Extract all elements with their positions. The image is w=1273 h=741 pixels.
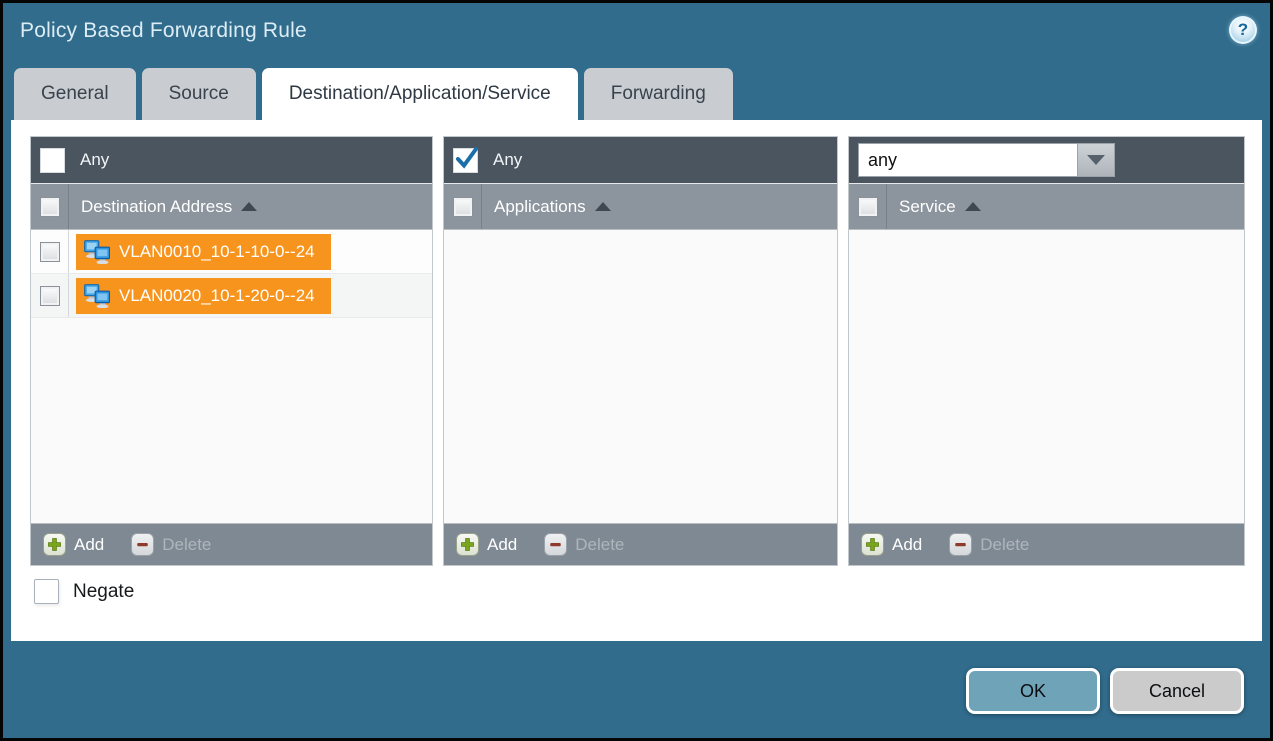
applications-sort-header[interactable]: Applications — [494, 197, 611, 217]
delete-icon — [544, 533, 567, 556]
add-button[interactable]: Add — [43, 533, 104, 556]
destination-sort-header[interactable]: Destination Address — [81, 197, 257, 217]
destination-column-header: Destination Address — [31, 184, 432, 230]
add-button[interactable]: Add — [861, 533, 922, 556]
delete-button[interactable]: Delete — [131, 533, 211, 556]
negate-option: Negate — [34, 579, 134, 604]
service-panel: any Service — [848, 136, 1245, 566]
tab-forwarding[interactable]: Forwarding — [584, 68, 733, 120]
applications-any-label: Any — [493, 150, 522, 170]
applications-list — [444, 230, 837, 523]
header-checkbox-cell — [444, 184, 482, 229]
applications-header-label: Applications — [494, 197, 586, 217]
dialog-title: Policy Based Forwarding Rule — [20, 19, 307, 43]
delete-icon — [131, 533, 154, 556]
service-mode-value[interactable]: any — [858, 143, 1078, 177]
destination-address-panel: Any Destination Address — [30, 136, 433, 566]
add-button[interactable]: Add — [456, 533, 517, 556]
service-list — [849, 230, 1244, 523]
row-checkbox[interactable] — [40, 242, 60, 262]
policy-based-forwarding-dialog: Policy Based Forwarding Rule ? General S… — [0, 0, 1273, 741]
tab-destination-application-service[interactable]: Destination/Application/Service — [262, 68, 578, 120]
sort-ascending-icon — [595, 202, 611, 211]
applications-any-checkbox[interactable] — [453, 148, 478, 173]
destination-list: VLAN0010_10-1-10-0--24 — [31, 230, 432, 523]
add-icon — [861, 533, 884, 556]
address-object-label: VLAN0010_10-1-10-0--24 — [119, 242, 315, 262]
add-label: Add — [892, 535, 922, 555]
delete-icon — [949, 533, 972, 556]
add-label: Add — [74, 535, 104, 555]
service-header-label: Service — [899, 197, 956, 217]
table-row[interactable]: VLAN0010_10-1-10-0--24 — [31, 230, 432, 274]
header-checkbox-cell — [849, 184, 887, 229]
tab-bar: General Source Destination/Application/S… — [14, 68, 733, 120]
add-icon — [43, 533, 66, 556]
service-sort-header[interactable]: Service — [899, 197, 981, 217]
destination-footer: Add Delete — [31, 523, 432, 565]
cancel-button[interactable]: Cancel — [1110, 668, 1244, 714]
delete-label: Delete — [162, 535, 211, 555]
sort-ascending-icon — [965, 202, 981, 211]
destination-any-label: Any — [80, 150, 109, 170]
table-row[interactable]: VLAN0020_10-1-20-0--24 — [31, 274, 432, 318]
row-checkbox-cell — [31, 230, 69, 273]
tab-content: Any Destination Address — [11, 120, 1262, 641]
address-object-chip[interactable]: VLAN0010_10-1-10-0--24 — [76, 234, 331, 270]
negate-label: Negate — [73, 581, 134, 603]
add-label: Add — [487, 535, 517, 555]
applications-any-toolbar: Any — [444, 137, 837, 184]
chevron-down-icon — [1087, 155, 1105, 165]
service-mode-dropdown: any — [858, 143, 1115, 177]
service-footer: Add Delete — [849, 523, 1244, 565]
network-icon — [84, 240, 110, 264]
ok-button[interactable]: OK — [966, 668, 1100, 714]
sort-ascending-icon — [241, 202, 257, 211]
delete-button[interactable]: Delete — [949, 533, 1029, 556]
address-object-chip[interactable]: VLAN0020_10-1-20-0--24 — [76, 278, 331, 314]
service-select-all-checkbox[interactable] — [858, 197, 878, 217]
destination-any-checkbox[interactable] — [40, 148, 65, 173]
delete-button[interactable]: Delete — [544, 533, 624, 556]
applications-column-header: Applications — [444, 184, 837, 230]
row-checkbox[interactable] — [40, 286, 60, 306]
delete-label: Delete — [980, 535, 1029, 555]
destination-header-label: Destination Address — [81, 197, 232, 217]
tab-source[interactable]: Source — [142, 68, 256, 120]
service-column-header: Service — [849, 184, 1244, 230]
negate-checkbox[interactable] — [34, 579, 59, 604]
service-mode-dropdown-button[interactable] — [1078, 143, 1115, 177]
tab-general[interactable]: General — [14, 68, 136, 120]
add-icon — [456, 533, 479, 556]
address-object-label: VLAN0020_10-1-20-0--24 — [119, 286, 315, 306]
applications-footer: Add Delete — [444, 523, 837, 565]
destination-select-all-checkbox[interactable] — [40, 197, 60, 217]
network-icon — [84, 284, 110, 308]
help-icon[interactable]: ? — [1229, 16, 1257, 44]
applications-select-all-checkbox[interactable] — [453, 197, 473, 217]
delete-label: Delete — [575, 535, 624, 555]
destination-any-toolbar: Any — [31, 137, 432, 184]
applications-panel: Any Applications Add — [443, 136, 838, 566]
checkmark-icon — [453, 145, 481, 173]
header-checkbox-cell — [31, 184, 69, 229]
row-checkbox-cell — [31, 274, 69, 317]
service-toolbar: any — [849, 137, 1244, 184]
